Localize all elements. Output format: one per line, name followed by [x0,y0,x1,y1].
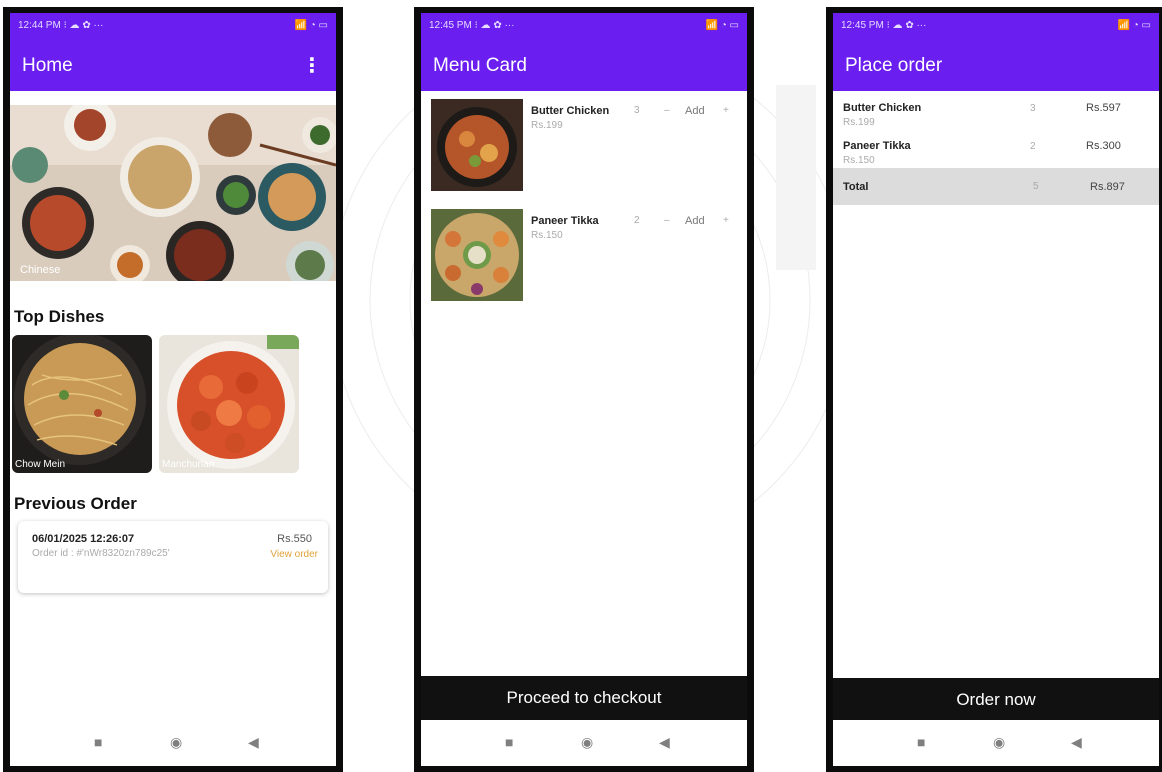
order-item-qty: 3 [1030,103,1036,114]
recents-icon[interactable]: ■ [94,734,102,750]
proceed-to-checkout-button[interactable]: Proceed to checkout [421,676,747,720]
decrement-button[interactable]: – [664,215,670,226]
home-screen: 12:44 PM ⁝ ☁ ✿ ··· 📶 ◔ ▭ Home ⋮ Chinese … [10,13,336,766]
previous-order-heading: Previous Order [14,494,137,513]
status-icons: 📶 ◔ ▭ [294,20,329,31]
add-button[interactable]: Add [685,105,705,117]
home-nav-icon[interactable]: ◉ [993,734,1005,751]
menu-item-qty: 2 [634,215,640,226]
menu-item-name: Butter Chicken [531,105,610,117]
app-bar: Home ⋮ [10,41,336,91]
back-icon[interactable]: ◀ [659,734,670,751]
home-nav-icon[interactable]: ◉ [581,734,593,751]
system-nav-bar: ■ ◉ ◀ [421,720,747,766]
menu-item-price: Rs.199 [531,120,563,131]
total-amount: Rs.897 [1090,181,1125,193]
place-order-screen: 12:45 PM ⁝ ☁ ✿ ··· 📶 ◔ ▭ Place order But… [833,13,1159,766]
increment-button[interactable]: + [723,215,729,226]
paneer-tikka-image [431,209,523,301]
order-item-amount: Rs.300 [1086,140,1121,152]
menu-phone: 12:45 PM ⁝ ☁ ✿ ··· 📶 ◔ ▭ Menu Card Butte… [414,7,754,772]
order-datetime: 06/01/2025 12:26:07 [32,533,135,545]
hero-caption: Chinese [20,264,61,276]
status-time: 12:44 PM ⁝ ☁ ✿ ··· [18,20,104,31]
previous-order-card[interactable]: 06/01/2025 12:26:07 Order id : #'nWr8320… [18,521,328,593]
status-icons: 📶 ◔ ▭ [1117,20,1152,31]
add-button[interactable]: Add [685,215,705,227]
order-id: Order id : #'nWr8320zn789c25' [32,548,170,559]
place-order-phone: 12:45 PM ⁝ ☁ ✿ ··· 📶 ◔ ▭ Place order But… [826,7,1162,772]
menu-screen: 12:45 PM ⁝ ☁ ✿ ··· 📶 ◔ ▭ Menu Card Butte… [421,13,747,766]
order-item-unit-price: Rs.150 [843,155,875,166]
increment-button[interactable]: + [723,105,729,116]
menu-item-name: Paneer Tikka [531,215,599,227]
manchurian-image [159,335,299,473]
food-spread-image [10,99,336,289]
recents-icon[interactable]: ■ [505,734,513,750]
status-icons: 📶 ◔ ▭ [705,20,740,31]
status-time: 12:45 PM ⁝ ☁ ✿ ··· [429,20,515,31]
chow-mein-image [12,335,152,473]
system-nav-bar: ■ ◉ ◀ [10,720,336,766]
top-dishes-heading: Top Dishes [14,307,105,326]
order-item-name: Butter Chicken [843,102,922,114]
butter-chicken-photo [431,99,523,191]
menu-item-qty: 3 [634,105,640,116]
system-nav-bar: ■ ◉ ◀ [833,720,1159,766]
total-qty: 5 [1033,181,1039,192]
order-item-amount: Rs.597 [1086,102,1121,114]
dish-card-manchurian[interactable]: Manchurian [159,335,299,473]
status-bar: 12:45 PM ⁝ ☁ ✿ ··· 📶 ◔ ▭ [421,13,747,43]
app-bar: Menu Card [421,41,747,91]
back-icon[interactable]: ◀ [1071,734,1082,751]
paneer-tikka-photo [431,209,523,301]
status-bar: 12:44 PM ⁝ ☁ ✿ ··· 📶 ◔ ▭ [10,13,336,43]
total-label: Total [843,181,869,193]
page-title: Menu Card [433,55,527,76]
status-bar: 12:45 PM ⁝ ☁ ✿ ··· 📶 ◔ ▭ [833,13,1159,43]
page-title: Place order [845,55,943,76]
recents-icon[interactable]: ■ [917,734,925,750]
order-row: Butter Chicken Rs.199 3 Rs.597 [833,97,1159,133]
decrement-button[interactable]: – [664,105,670,116]
page-title: Home [22,55,73,76]
more-vert-icon[interactable]: ⋮ [302,53,322,78]
total-row: Total 5 Rs.897 [833,168,1159,205]
order-item-name: Paneer Tikka [843,140,911,152]
order-row: Paneer Tikka Rs.150 2 Rs.300 [833,135,1159,171]
view-order-link[interactable]: View order [270,549,318,560]
home-phone: 12:44 PM ⁝ ☁ ✿ ··· 📶 ◔ ▭ Home ⋮ Chinese … [3,7,343,772]
dish-label: Chow Mein [15,459,66,470]
status-time: 12:45 PM ⁝ ☁ ✿ ··· [841,20,927,31]
dish-label: Manchurian [162,459,215,470]
order-now-button[interactable]: Order now [833,678,1159,722]
order-item-unit-price: Rs.199 [843,117,875,128]
menu-item-price: Rs.150 [531,230,563,241]
dish-card-chow-mein[interactable]: Chow Mein [12,335,152,473]
order-item-qty: 2 [1030,141,1036,152]
back-icon[interactable]: ◀ [248,734,259,751]
hero-banner-image[interactable] [10,99,336,289]
app-bar: Place order [833,41,1159,91]
home-nav-icon[interactable]: ◉ [170,734,182,751]
butter-chicken-image [431,99,523,191]
order-amount: Rs.550 [277,533,312,545]
